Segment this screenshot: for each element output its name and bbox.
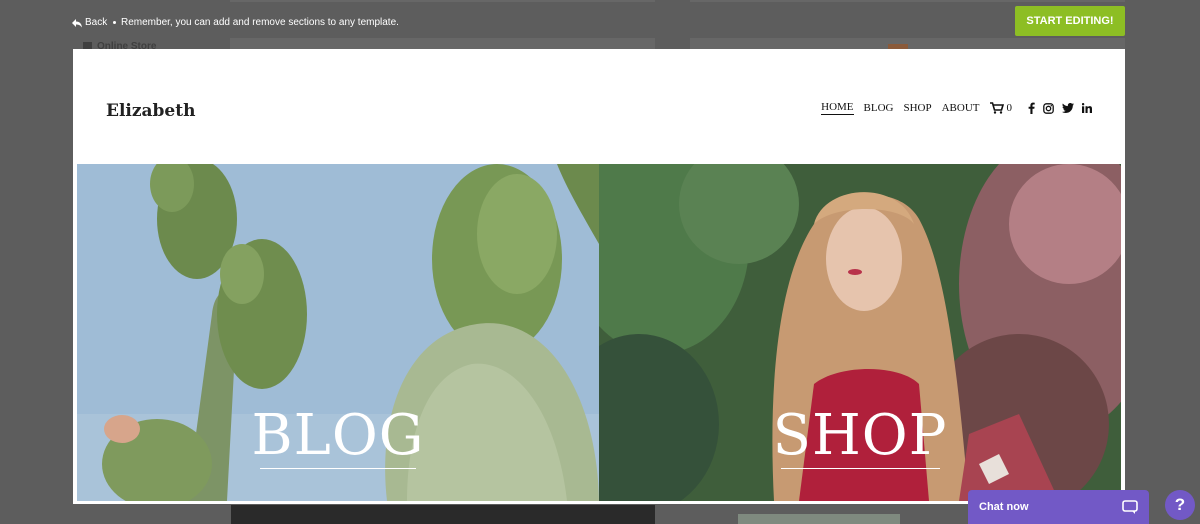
- bg-bottom-strip-left: [231, 505, 655, 524]
- cart-count: 0: [1006, 102, 1013, 114]
- chat-label: Chat now: [979, 501, 1029, 513]
- twitter-icon[interactable]: [1062, 103, 1074, 113]
- cart-link[interactable]: 0: [989, 102, 1013, 114]
- bg-bottom-strip-right: [738, 514, 900, 524]
- shop-hero-underline: [781, 468, 940, 469]
- editor-top-bar: Back Remember, you can add and remove se…: [0, 0, 1200, 48]
- back-link[interactable]: Back: [72, 17, 122, 28]
- back-arrow-icon: [72, 18, 82, 27]
- reminder-text: Remember, you can add and remove section…: [121, 17, 399, 28]
- blog-hero-title[interactable]: BLOG: [77, 403, 599, 468]
- social-links: [1024, 102, 1092, 114]
- chat-bubble-icon: [1122, 500, 1138, 514]
- start-editing-button[interactable]: START EDITING!: [1015, 6, 1125, 36]
- site-logo[interactable]: Elizabeth: [106, 101, 195, 121]
- shop-hero[interactable]: SHOP: [599, 164, 1121, 501]
- facebook-icon[interactable]: [1028, 102, 1035, 114]
- blog-hero-underline: [260, 468, 416, 469]
- site-nav: HOME BLOG SHOP ABOUT 0: [821, 101, 1092, 115]
- chat-widget[interactable]: Chat now: [968, 490, 1149, 524]
- separator-dot: [113, 21, 117, 24]
- nav-item-shop[interactable]: SHOP: [903, 102, 931, 114]
- help-button[interactable]: ?: [1165, 490, 1195, 520]
- template-preview: Elizabeth HOME BLOG SHOP ABOUT 0 BLOG SH…: [73, 49, 1125, 504]
- nav-item-home[interactable]: HOME: [821, 101, 854, 115]
- linkedin-icon[interactable]: [1082, 103, 1092, 113]
- nav-item-about[interactable]: ABOUT: [942, 102, 980, 114]
- back-label: Back: [85, 17, 108, 28]
- blog-hero[interactable]: BLOG: [77, 164, 599, 501]
- cart-icon: [989, 102, 1004, 114]
- nav-item-blog[interactable]: BLOG: [864, 102, 894, 114]
- shop-hero-title[interactable]: SHOP: [599, 403, 1121, 468]
- instagram-icon[interactable]: [1043, 102, 1054, 114]
